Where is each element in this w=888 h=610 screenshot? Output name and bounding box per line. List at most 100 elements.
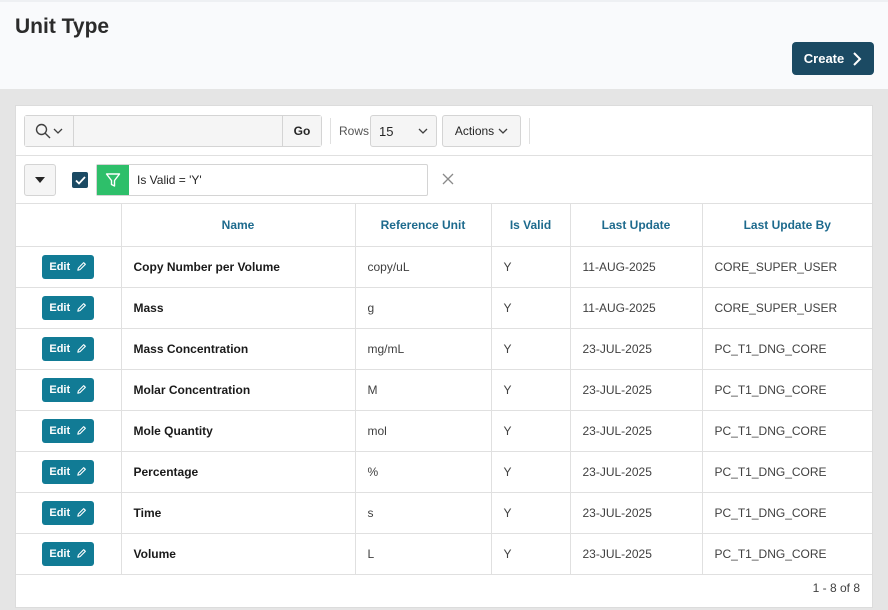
name-cell: Mass (121, 287, 356, 329)
reference-unit-cell: mol (355, 410, 492, 452)
edit-button[interactable]: Edit (42, 500, 95, 525)
page-title: Unit Type (15, 15, 110, 38)
reference-unit-cell: % (355, 451, 492, 493)
reference-unit-cell: s (355, 492, 492, 534)
search-column-selector[interactable] (25, 116, 74, 146)
last-update-cell: 23-JUL-2025 (570, 369, 703, 411)
table-row: Edit Copy Number per Volume copy/uL Y 11… (16, 246, 872, 288)
create-button-label: Create (803, 51, 845, 66)
report-table: Name Reference Unit Is Valid Last Update… (16, 204, 872, 575)
create-button[interactable]: Create (792, 42, 874, 75)
go-button[interactable]: Go (283, 116, 321, 146)
name-cell: Mass Concentration (121, 328, 356, 370)
pencil-icon (77, 262, 87, 271)
is-valid-cell: Y (491, 451, 571, 493)
last-update-by-cell: PC_T1_DNG_CORE (702, 328, 872, 370)
name-cell: Percentage (121, 451, 356, 493)
last-update-cell: 23-JUL-2025 (570, 533, 703, 575)
table-row: Edit Mole Quantity mol Y 23-JUL-2025 PC_… (16, 410, 872, 452)
edit-button[interactable]: Edit (42, 459, 95, 484)
column-header-edit (16, 204, 122, 247)
edit-button[interactable]: Edit (42, 377, 95, 402)
last-update-cell: 11-AUG-2025 (570, 246, 703, 288)
pagination-info: 1 - 8 of 8 (812, 581, 860, 595)
name-cell: Mole Quantity (121, 410, 356, 452)
reference-unit-cell: L (355, 533, 492, 575)
close-icon (442, 173, 454, 185)
last-update-by-cell: CORE_SUPER_USER (702, 246, 872, 288)
edit-button-label: Edit (49, 301, 71, 314)
edit-button-label: Edit (49, 424, 71, 437)
collapse-filters-button[interactable] (24, 164, 56, 196)
is-valid-cell: Y (491, 369, 571, 411)
reference-unit-cell: M (355, 369, 492, 411)
filter-text: Is Valid = 'Y' (137, 173, 202, 187)
name-cell: Time (121, 492, 356, 534)
edit-button-label: Edit (49, 465, 71, 478)
toolbar-divider (529, 118, 530, 144)
search-icon (35, 123, 51, 139)
edit-button[interactable]: Edit (42, 541, 95, 566)
edit-cell: Edit (16, 328, 122, 370)
rows-select-value: 15 (379, 123, 394, 139)
column-header-is-valid[interactable]: Is Valid (491, 204, 571, 247)
edit-button-label: Edit (49, 260, 71, 273)
is-valid-cell: Y (491, 533, 571, 575)
edit-button-label: Edit (49, 383, 71, 396)
actions-label: Actions (454, 124, 495, 138)
edit-button[interactable]: Edit (42, 418, 95, 443)
edit-cell: Edit (16, 287, 122, 329)
is-valid-cell: Y (491, 246, 571, 288)
search-input[interactable] (74, 116, 283, 146)
edit-button[interactable]: Edit (42, 254, 95, 279)
last-update-cell: 11-AUG-2025 (570, 287, 703, 329)
filter-pill[interactable]: Is Valid = 'Y' (96, 164, 428, 196)
is-valid-cell: Y (491, 492, 571, 534)
filter-icon (97, 165, 129, 195)
edit-button-label: Edit (49, 547, 71, 560)
reference-unit-cell: mg/mL (355, 328, 492, 370)
edit-button[interactable]: Edit (42, 295, 95, 320)
pencil-icon (77, 426, 87, 435)
pencil-icon (77, 549, 87, 558)
pencil-icon (77, 385, 87, 394)
edit-cell: Edit (16, 451, 122, 493)
column-header-name[interactable]: Name (121, 204, 356, 247)
last-update-by-cell: CORE_SUPER_USER (702, 287, 872, 329)
name-cell: Copy Number per Volume (121, 246, 356, 288)
last-update-by-cell: PC_T1_DNG_CORE (702, 369, 872, 411)
pencil-icon (77, 303, 87, 312)
table-row: Edit Percentage % Y 23-JUL-2025 PC_T1_DN… (16, 451, 872, 493)
rows-label: Rows (339, 124, 370, 138)
last-update-by-cell: PC_T1_DNG_CORE (702, 533, 872, 575)
pencil-icon (77, 344, 87, 353)
column-header-last-update[interactable]: Last Update (570, 204, 703, 247)
name-cell: Volume (121, 533, 356, 575)
last-update-cell: 23-JUL-2025 (570, 328, 703, 370)
chevron-down-icon (498, 128, 508, 134)
rows-select[interactable]: 15 (370, 115, 437, 147)
table-row: Edit Time s Y 23-JUL-2025 PC_T1_DNG_CORE (16, 492, 872, 534)
edit-button-label: Edit (49, 506, 71, 519)
edit-cell: Edit (16, 492, 122, 534)
report-region: Go Rows 15 Actions Is Valid = 'Y' Name R… (15, 105, 873, 608)
edit-cell: Edit (16, 369, 122, 411)
filter-enabled-checkbox[interactable] (72, 172, 88, 188)
column-header-last-update-by[interactable]: Last Update By (702, 204, 872, 247)
edit-button[interactable]: Edit (42, 336, 95, 361)
table-row: Edit Molar Concentration M Y 23-JUL-2025… (16, 369, 872, 411)
table-row: Edit Volume L Y 23-JUL-2025 PC_T1_DNG_CO… (16, 533, 872, 575)
actions-menu-button[interactable]: Actions (442, 115, 521, 147)
table-header-row: Name Reference Unit Is Valid Last Update… (16, 204, 872, 247)
remove-filter-button[interactable] (440, 171, 456, 187)
last-update-by-cell: PC_T1_DNG_CORE (702, 410, 872, 452)
column-header-reference-unit[interactable]: Reference Unit (355, 204, 492, 247)
caret-down-icon (35, 177, 45, 183)
table-row: Edit Mass Concentration mg/mL Y 23-JUL-2… (16, 328, 872, 370)
filter-bar: Is Valid = 'Y' (16, 156, 872, 204)
is-valid-cell: Y (491, 287, 571, 329)
edit-cell: Edit (16, 410, 122, 452)
toolbar-divider (330, 118, 331, 144)
last-update-cell: 23-JUL-2025 (570, 410, 703, 452)
last-update-cell: 23-JUL-2025 (570, 492, 703, 534)
